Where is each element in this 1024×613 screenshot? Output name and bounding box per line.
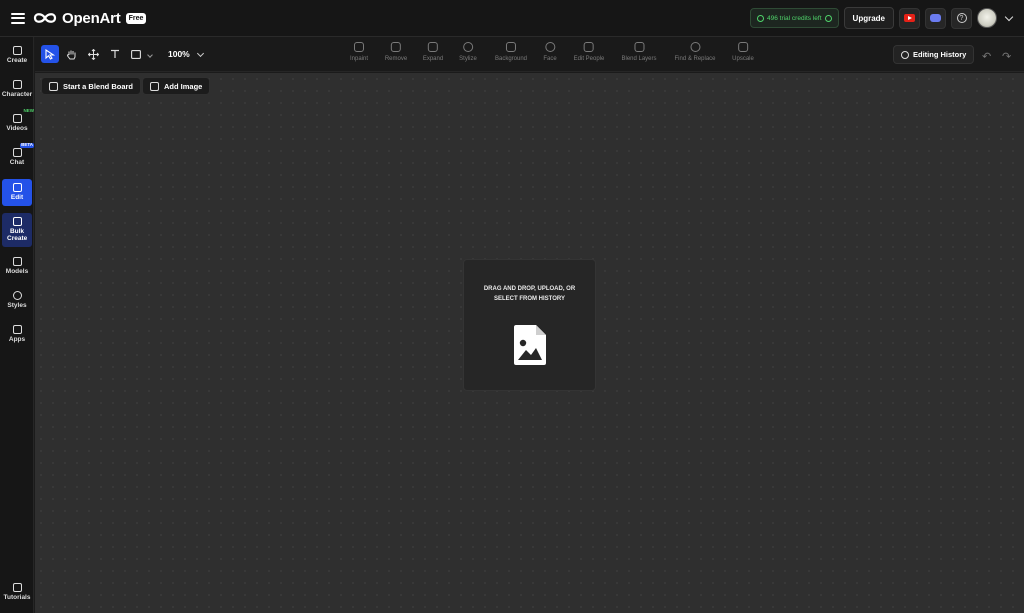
add-image-button[interactable]: Add Image	[142, 77, 211, 95]
edit-icon	[12, 183, 22, 192]
discord-button[interactable]	[925, 7, 946, 29]
text-tool[interactable]	[106, 45, 124, 63]
expand-icon	[427, 42, 438, 52]
video-icon	[12, 114, 22, 123]
sidebar-item-character[interactable]: Character	[2, 80, 32, 99]
menu-icon[interactable]	[11, 12, 25, 24]
openart-logo-icon	[33, 13, 57, 23]
tool-upscale[interactable]: Upscale	[732, 42, 754, 62]
canvas[interactable]: Start a Blend Board Add Image DRAG AND D…	[35, 73, 1024, 613]
text-icon	[111, 49, 119, 58]
sidebar-item-bulk-create[interactable]: Bulk Create	[2, 213, 32, 247]
apps-icon	[12, 325, 22, 334]
cursor-icon	[45, 48, 55, 60]
shape-tool[interactable]	[127, 45, 145, 63]
upscale-icon	[738, 42, 748, 52]
hand-tool[interactable]	[62, 45, 80, 63]
sidebar-item-label: Create	[6, 57, 28, 64]
help-button[interactable]: ?	[951, 7, 972, 29]
tool-inpaint[interactable]: Inpaint	[350, 42, 368, 62]
blend-layers-icon	[634, 42, 644, 52]
stylize-icon	[462, 42, 473, 52]
sidebar-item-styles[interactable]: Styles	[2, 291, 32, 310]
editor-toolbar: 100% Inpaint Remove Expand Stylize Backg…	[35, 37, 1024, 72]
sidebar-item-label: Bulk Create	[7, 228, 28, 242]
sidebar-item-chat[interactable]: BETA Chat	[2, 142, 34, 167]
sidebar-item-label: Character	[1, 91, 33, 98]
sidebar-item-label: Videos	[6, 125, 28, 132]
background-icon	[506, 42, 516, 52]
tutorials-icon	[12, 583, 22, 592]
avatar[interactable]	[977, 8, 997, 28]
sidebar-item-label: Models	[5, 268, 29, 275]
select-tool[interactable]	[41, 45, 59, 63]
sidebar-item-apps[interactable]: Apps	[2, 325, 32, 344]
editing-history-button[interactable]: Editing History	[893, 45, 975, 64]
sidebar-item-label: Tutorials	[3, 594, 31, 601]
help-icon: ?	[956, 13, 967, 23]
brand-name: OpenArt	[62, 9, 121, 27]
new-badge: NEW	[23, 108, 35, 113]
tool-face[interactable]: Face	[543, 42, 557, 62]
sidebar-item-models[interactable]: Models	[2, 257, 32, 276]
add-image-icon	[150, 81, 159, 91]
character-icon	[12, 80, 22, 89]
move-tool[interactable]	[84, 45, 102, 63]
sidebar-item-label: Chat	[9, 159, 25, 166]
tool-expand[interactable]: Expand	[423, 42, 443, 62]
info-icon	[824, 14, 832, 22]
chevron-down-icon[interactable]	[1004, 12, 1014, 21]
discord-icon	[930, 14, 941, 22]
upgrade-button[interactable]: Upgrade	[843, 7, 894, 29]
tool-blend-layers[interactable]: Blend Layers	[621, 42, 657, 62]
image-file-icon	[513, 325, 546, 365]
create-icon	[12, 46, 22, 55]
sidebar-item-label: Edit	[10, 194, 24, 201]
youtube-button[interactable]	[899, 7, 920, 29]
zoom-level[interactable]: 100%	[168, 49, 190, 59]
redo-icon[interactable]: ↷	[1002, 50, 1011, 63]
layers-icon	[49, 81, 58, 91]
shape-dropdown-icon[interactable]	[147, 52, 153, 58]
sidebar: Create Character NEW Videos BETA Chat Ed…	[0, 37, 34, 613]
youtube-icon	[904, 14, 915, 22]
inpaint-icon	[353, 42, 364, 52]
tool-remove[interactable]: Remove	[385, 42, 407, 62]
tool-find-replace[interactable]: Find & Replace	[674, 42, 716, 62]
upload-dropzone[interactable]: DRAG AND DROP, UPLOAD, OR SELECT FROM HI…	[463, 259, 596, 391]
beta-badge: BETA	[20, 142, 34, 148]
logo[interactable]: OpenArt Free	[33, 9, 147, 27]
sidebar-item-videos[interactable]: NEW Videos	[2, 108, 34, 133]
tool-background[interactable]: Background	[495, 42, 527, 62]
tool-stylize[interactable]: Stylize	[459, 42, 477, 62]
tool-edit-people[interactable]: Edit People	[574, 42, 604, 62]
styles-icon	[12, 291, 22, 300]
sidebar-item-label: Apps	[8, 336, 26, 343]
move-icon	[87, 48, 99, 60]
credits-icon	[756, 14, 764, 22]
models-icon	[12, 257, 22, 266]
plan-badge: Free	[125, 12, 147, 24]
sidebar-item-edit[interactable]: Edit	[2, 179, 32, 206]
dropzone-text: DRAG AND DROP, UPLOAD, OR SELECT FROM HI…	[483, 286, 576, 302]
edit-people-icon	[583, 42, 594, 52]
start-blend-board-button[interactable]: Start a Blend Board	[41, 77, 142, 95]
face-icon	[545, 42, 555, 52]
credits-indicator[interactable]: 496 trial credits left	[749, 8, 839, 28]
credits-text: 496 trial credits left	[766, 14, 822, 22]
find-replace-icon	[690, 42, 700, 52]
zoom-chevron-icon[interactable]	[196, 49, 205, 58]
rectangle-icon	[131, 49, 141, 59]
bulk-create-icon	[12, 217, 22, 226]
remove-icon	[391, 42, 401, 52]
chat-icon	[12, 148, 22, 157]
sidebar-item-create[interactable]: Create	[2, 46, 32, 65]
sidebar-item-label: Styles	[7, 302, 27, 309]
hand-icon	[66, 50, 75, 59]
sidebar-item-tutorials[interactable]: Tutorials	[2, 583, 32, 602]
undo-icon[interactable]: ↶	[982, 50, 991, 63]
history-icon	[901, 50, 909, 59]
top-bar: OpenArt Free 496 trial credits left Upgr…	[0, 0, 1024, 37]
